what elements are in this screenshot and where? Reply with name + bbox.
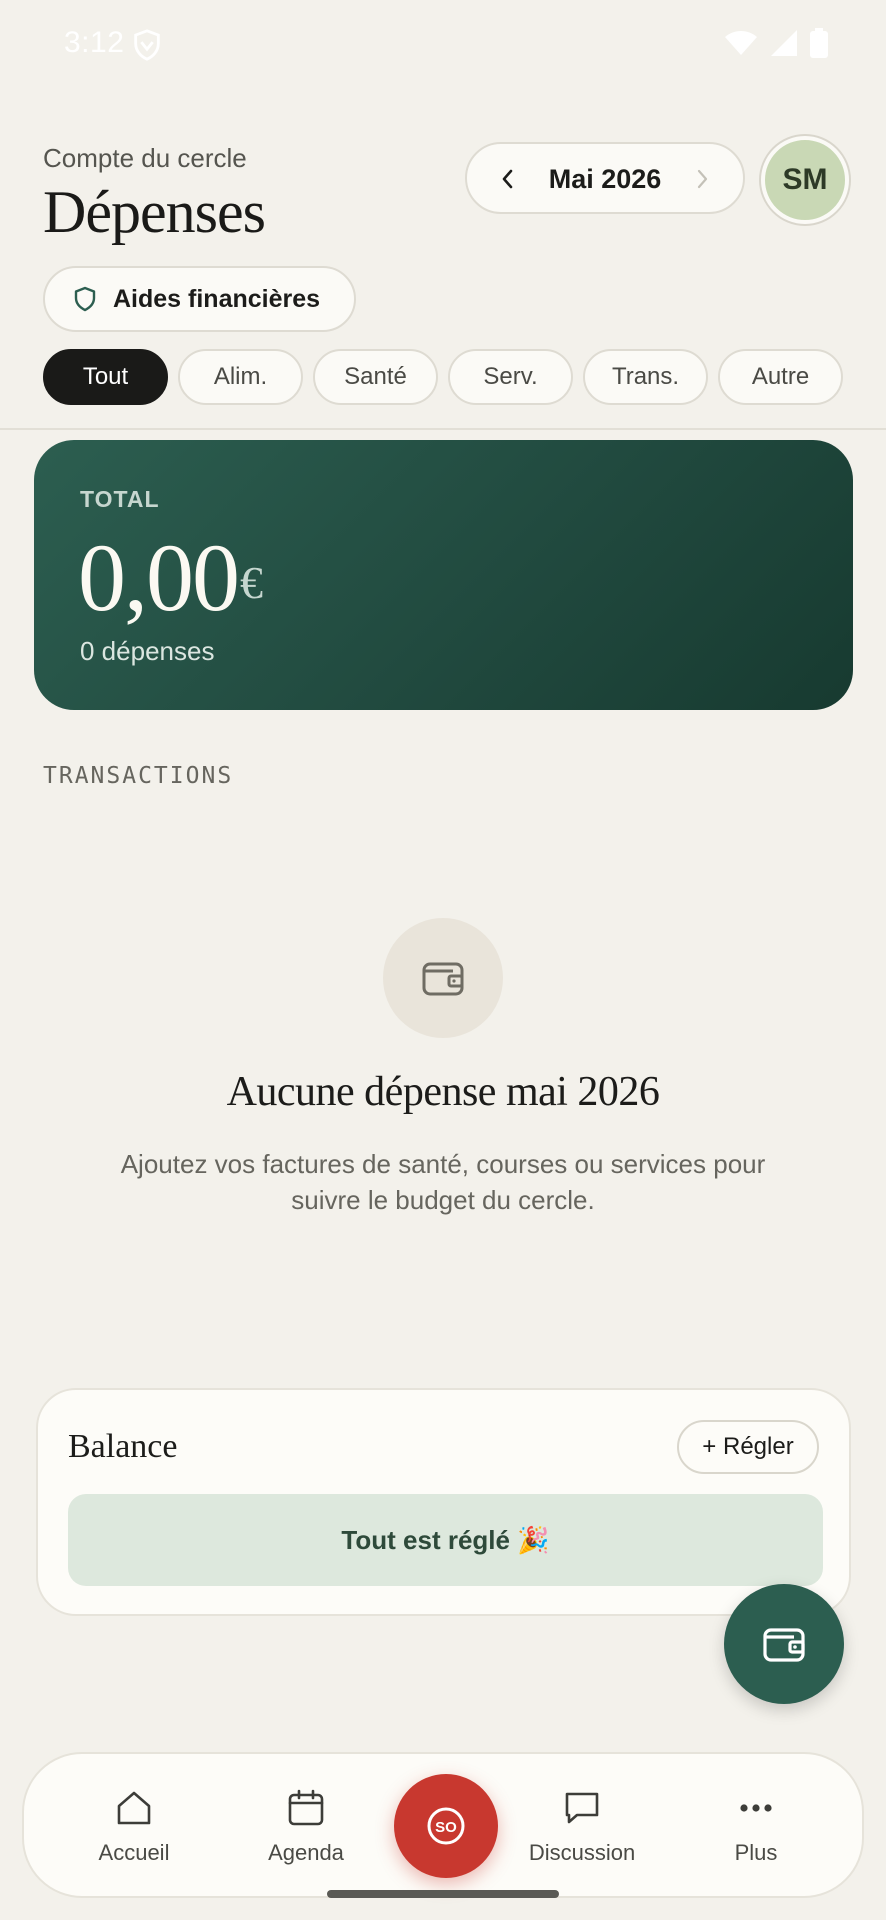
sos-button[interactable]: SO <box>394 1774 498 1878</box>
home-icon <box>114 1788 154 1828</box>
empty-state-icon-circle <box>383 918 503 1038</box>
category-filters: Tout Alim. Santé Serv. Trans. Autre <box>43 349 843 405</box>
total-currency: € <box>240 557 263 608</box>
chevron-right-icon[interactable] <box>687 164 717 194</box>
sos-icon: SO <box>427 1807 465 1845</box>
nav-label-home: Accueil <box>98 1840 170 1865</box>
home-indicator[interactable] <box>327 1890 559 1898</box>
filter-chip-transport[interactable]: Trans. <box>583 349 708 405</box>
wallet-icon <box>763 1628 805 1662</box>
filter-chip-all[interactable]: Tout <box>43 349 168 405</box>
battery-icon <box>810 28 828 58</box>
filter-chip-health[interactable]: Santé <box>313 349 438 405</box>
balance-title: Balance <box>68 1428 178 1465</box>
filter-chip-food[interactable]: Alim. <box>178 349 303 405</box>
nav-item-home[interactable]: Accueil <box>64 1754 204 1900</box>
nav-item-agenda[interactable]: Agenda <box>236 1754 376 1900</box>
empty-state-title: Aucune dépense mai 2026 <box>226 1069 660 1115</box>
status-bar: 3:12 <box>0 0 886 90</box>
bottom-navigation: Accueil Agenda SO Discussion Plus <box>22 1752 864 1898</box>
month-selector: Mai 2026 <box>465 142 745 214</box>
vpn-shield-icon <box>134 29 160 61</box>
avatar[interactable]: SM <box>761 136 849 224</box>
chat-icon <box>562 1788 602 1828</box>
balance-card: Balance + Régler Tout est réglé 🎉 <box>36 1388 851 1616</box>
header-divider <box>0 428 886 430</box>
total-card: TOTAL 0,00 € 0 dépenses <box>34 440 853 710</box>
settled-status-banner: Tout est réglé 🎉 <box>68 1494 823 1586</box>
wallet-icon <box>422 962 464 996</box>
total-amount: 0,00 <box>78 524 240 631</box>
status-icons <box>724 28 828 58</box>
total-label: TOTAL <box>80 486 160 512</box>
more-icon <box>736 1788 776 1828</box>
wifi-icon <box>725 31 757 55</box>
nav-item-more[interactable]: Plus <box>686 1754 826 1900</box>
calendar-icon <box>286 1788 326 1828</box>
nav-label-discussion: Discussion <box>528 1840 636 1865</box>
transactions-section-title: TRANSACTIONS <box>43 763 234 789</box>
filter-chip-other[interactable]: Autre <box>718 349 843 405</box>
filter-chip-services[interactable]: Serv. <box>448 349 573 405</box>
signal-icon <box>771 30 797 56</box>
financial-aid-button[interactable]: Aides financières <box>43 266 356 332</box>
shield-icon <box>74 286 96 312</box>
status-time: 3:12 <box>64 26 125 59</box>
nav-label-agenda: Agenda <box>268 1840 344 1865</box>
nav-label-more: Plus <box>734 1840 778 1865</box>
expense-count: 0 dépenses <box>80 636 215 666</box>
page-subtitle: Compte du cercle <box>43 143 247 173</box>
financial-aid-label: Aides financières <box>113 284 321 313</box>
svg-text:SO: SO <box>435 1819 457 1836</box>
page-title: Dépenses <box>43 179 266 245</box>
empty-state-description: Ajoutez vos factures de santé, courses o… <box>120 1149 766 1215</box>
nav-item-discussion[interactable]: Discussion <box>512 1754 652 1900</box>
add-expense-fab[interactable] <box>724 1584 844 1704</box>
settle-button[interactable]: + Régler <box>677 1420 819 1474</box>
